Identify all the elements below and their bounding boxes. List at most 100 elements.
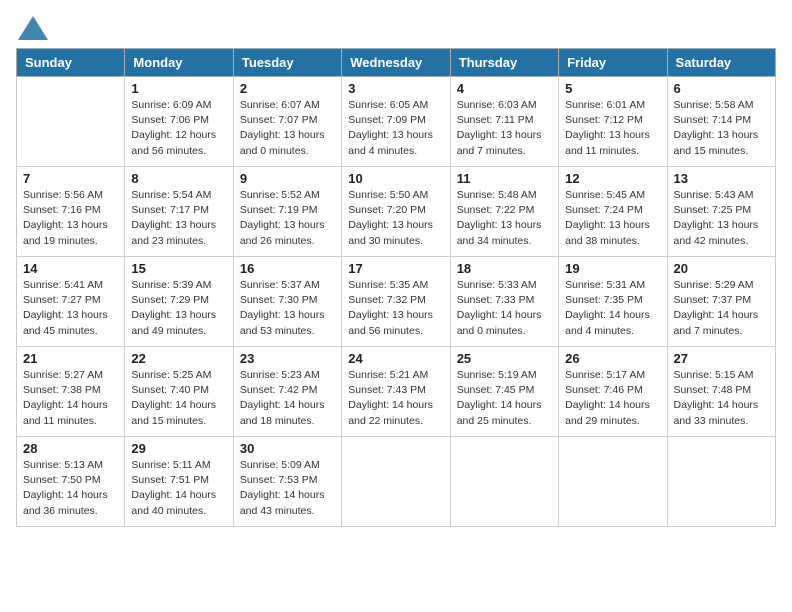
logo-icon [18, 16, 48, 40]
day-info: Sunrise: 5:17 AM Sunset: 7:46 PM Dayligh… [565, 368, 660, 429]
weekday-header-sunday: Sunday [17, 49, 125, 77]
day-info: Sunrise: 5:35 AM Sunset: 7:32 PM Dayligh… [348, 278, 443, 339]
day-number: 5 [565, 81, 660, 96]
calendar-cell: 2Sunrise: 6:07 AM Sunset: 7:07 PM Daylig… [233, 77, 341, 167]
calendar-cell: 10 Sunrise: 5:50 AM Sunset: 7:20 PM Dayli… [342, 167, 450, 257]
day-info: Sunrise: 5:23 AM Sunset: 7:42 PM Dayligh… [240, 368, 335, 429]
day-number: 6 [674, 81, 769, 96]
day-number: 21 [23, 351, 118, 366]
calendar-cell: 23 Sunrise: 5:23 AM Sunset: 7:42 PM Dayli… [233, 347, 341, 437]
calendar-week-row: 1 Sunrise: 6:09 AM Sunset: 7:06 PM Daylig… [17, 77, 776, 167]
calendar-cell: 11Sunrise: 5:48 AM Sunset: 7:22 PM Dayli… [450, 167, 558, 257]
day-info: Sunrise: 6:05 AM Sunset: 7:09 PM Dayligh… [348, 98, 443, 159]
day-number: 16 [240, 261, 335, 276]
day-number: 14 [23, 261, 118, 276]
day-number: 29 [131, 441, 226, 456]
day-number: 30 [240, 441, 335, 456]
day-number: 26 [565, 351, 660, 366]
calendar-cell: 28 Sunrise: 5:13 AM Sunset: 7:50 PM Dayli… [17, 437, 125, 527]
day-info: Sunrise: 5:27 AM Sunset: 7:38 PM Dayligh… [23, 368, 118, 429]
day-number: 9 [240, 171, 335, 186]
day-info: Sunrise: 5:43 AM Sunset: 7:25 PM Dayligh… [674, 188, 769, 249]
calendar-cell [17, 77, 125, 167]
day-info: Sunrise: 5:21 AM Sunset: 7:43 PM Dayligh… [348, 368, 443, 429]
weekday-header-row: SundayMondayTuesdayWednesdayThursdayFrid… [17, 49, 776, 77]
day-info: Sunrise: 5:13 AM Sunset: 7:50 PM Dayligh… [23, 458, 118, 519]
day-number: 3 [348, 81, 443, 96]
calendar-cell: 29 Sunrise: 5:11 AM Sunset: 7:51 PM Dayli… [125, 437, 233, 527]
calendar-week-row: 7 Sunrise: 5:56 AM Sunset: 7:16 PM Daylig… [17, 167, 776, 257]
day-info: Sunrise: 5:48 AM Sunset: 7:22 PM Dayligh… [457, 188, 552, 249]
day-info: Sunrise: 5:45 AM Sunset: 7:24 PM Dayligh… [565, 188, 660, 249]
calendar-cell [450, 437, 558, 527]
calendar-cell [667, 437, 775, 527]
day-number: 1 [131, 81, 226, 96]
calendar-cell: 14 Sunrise: 5:41 AM Sunset: 7:27 PM Dayli… [17, 257, 125, 347]
day-info: Sunrise: 6:03 AM Sunset: 7:11 PM Dayligh… [457, 98, 552, 159]
day-info: Sunrise: 5:37 AM Sunset: 7:30 PM Dayligh… [240, 278, 335, 339]
calendar-week-row: 14 Sunrise: 5:41 AM Sunset: 7:27 PM Dayli… [17, 257, 776, 347]
day-number: 24 [348, 351, 443, 366]
day-info: Sunrise: 5:09 AM Sunset: 7:53 PM Dayligh… [240, 458, 335, 519]
day-info: Sunrise: 5:39 AM Sunset: 7:29 PM Dayligh… [131, 278, 226, 339]
calendar-table: SundayMondayTuesdayWednesdayThursdayFrid… [16, 48, 776, 527]
day-info: Sunrise: 6:09 AM Sunset: 7:06 PM Dayligh… [131, 98, 226, 159]
calendar-cell: 8 Sunrise: 5:54 AM Sunset: 7:17 PM Daylig… [125, 167, 233, 257]
day-number: 25 [457, 351, 552, 366]
calendar-cell: 25 Sunrise: 5:19 AM Sunset: 7:45 PM Dayli… [450, 347, 558, 437]
calendar-cell: 21 Sunrise: 5:27 AM Sunset: 7:38 PM Dayli… [17, 347, 125, 437]
day-number: 27 [674, 351, 769, 366]
day-info: Sunrise: 5:15 AM Sunset: 7:48 PM Dayligh… [674, 368, 769, 429]
day-info: Sunrise: 5:41 AM Sunset: 7:27 PM Dayligh… [23, 278, 118, 339]
day-info: Sunrise: 5:58 AM Sunset: 7:14 PM Dayligh… [674, 98, 769, 159]
calendar-week-row: 21 Sunrise: 5:27 AM Sunset: 7:38 PM Dayli… [17, 347, 776, 437]
day-number: 4 [457, 81, 552, 96]
day-number: 10 [348, 171, 443, 186]
weekday-header-monday: Monday [125, 49, 233, 77]
calendar-cell: 18 Sunrise: 5:33 AM Sunset: 7:33 PM Dayli… [450, 257, 558, 347]
day-number: 20 [674, 261, 769, 276]
calendar-cell: 24 Sunrise: 5:21 AM Sunset: 7:43 PM Dayli… [342, 347, 450, 437]
calendar-cell: 19 Sunrise: 5:31 AM Sunset: 7:35 PM Dayli… [559, 257, 667, 347]
day-info: Sunrise: 5:11 AM Sunset: 7:51 PM Dayligh… [131, 458, 226, 519]
weekday-header-tuesday: Tuesday [233, 49, 341, 77]
logo [16, 16, 48, 40]
calendar-cell: 27 Sunrise: 5:15 AM Sunset: 7:48 PM Dayli… [667, 347, 775, 437]
weekday-header-friday: Friday [559, 49, 667, 77]
calendar-cell: 26 Sunrise: 5:17 AM Sunset: 7:46 PM Dayli… [559, 347, 667, 437]
day-number: 13 [674, 171, 769, 186]
day-info: Sunrise: 5:50 AM Sunset: 7:20 PM Dayligh… [348, 188, 443, 249]
day-info: Sunrise: 5:25 AM Sunset: 7:40 PM Dayligh… [131, 368, 226, 429]
page-header [16, 16, 776, 40]
day-info: Sunrise: 5:19 AM Sunset: 7:45 PM Dayligh… [457, 368, 552, 429]
day-number: 7 [23, 171, 118, 186]
day-number: 12 [565, 171, 660, 186]
day-info: Sunrise: 6:07 AM Sunset: 7:07 PM Dayligh… [240, 98, 335, 159]
day-info: Sunrise: 5:54 AM Sunset: 7:17 PM Dayligh… [131, 188, 226, 249]
day-number: 28 [23, 441, 118, 456]
day-number: 22 [131, 351, 226, 366]
calendar-cell [559, 437, 667, 527]
day-info: Sunrise: 5:29 AM Sunset: 7:37 PM Dayligh… [674, 278, 769, 339]
calendar-cell: 1 Sunrise: 6:09 AM Sunset: 7:06 PM Daylig… [125, 77, 233, 167]
calendar-cell: 6 Sunrise: 5:58 AM Sunset: 7:14 PM Daylig… [667, 77, 775, 167]
day-number: 17 [348, 261, 443, 276]
calendar-cell: 20 Sunrise: 5:29 AM Sunset: 7:37 PM Dayli… [667, 257, 775, 347]
day-number: 19 [565, 261, 660, 276]
day-info: Sunrise: 5:33 AM Sunset: 7:33 PM Dayligh… [457, 278, 552, 339]
day-info: Sunrise: 5:31 AM Sunset: 7:35 PM Dayligh… [565, 278, 660, 339]
day-info: Sunrise: 5:56 AM Sunset: 7:16 PM Dayligh… [23, 188, 118, 249]
calendar-cell [342, 437, 450, 527]
weekday-header-wednesday: Wednesday [342, 49, 450, 77]
day-number: 15 [131, 261, 226, 276]
calendar-cell: 4 Sunrise: 6:03 AM Sunset: 7:11 PM Daylig… [450, 77, 558, 167]
calendar-cell: 13 Sunrise: 5:43 AM Sunset: 7:25 PM Dayli… [667, 167, 775, 257]
day-number: 8 [131, 171, 226, 186]
calendar-cell: 9Sunrise: 5:52 AM Sunset: 7:19 PM Daylig… [233, 167, 341, 257]
calendar-cell: 7 Sunrise: 5:56 AM Sunset: 7:16 PM Daylig… [17, 167, 125, 257]
day-number: 23 [240, 351, 335, 366]
calendar-cell: 15 Sunrise: 5:39 AM Sunset: 7:29 PM Dayli… [125, 257, 233, 347]
calendar-cell: 12 Sunrise: 5:45 AM Sunset: 7:24 PM Dayli… [559, 167, 667, 257]
day-number: 18 [457, 261, 552, 276]
calendar-cell: 3 Sunrise: 6:05 AM Sunset: 7:09 PM Daylig… [342, 77, 450, 167]
